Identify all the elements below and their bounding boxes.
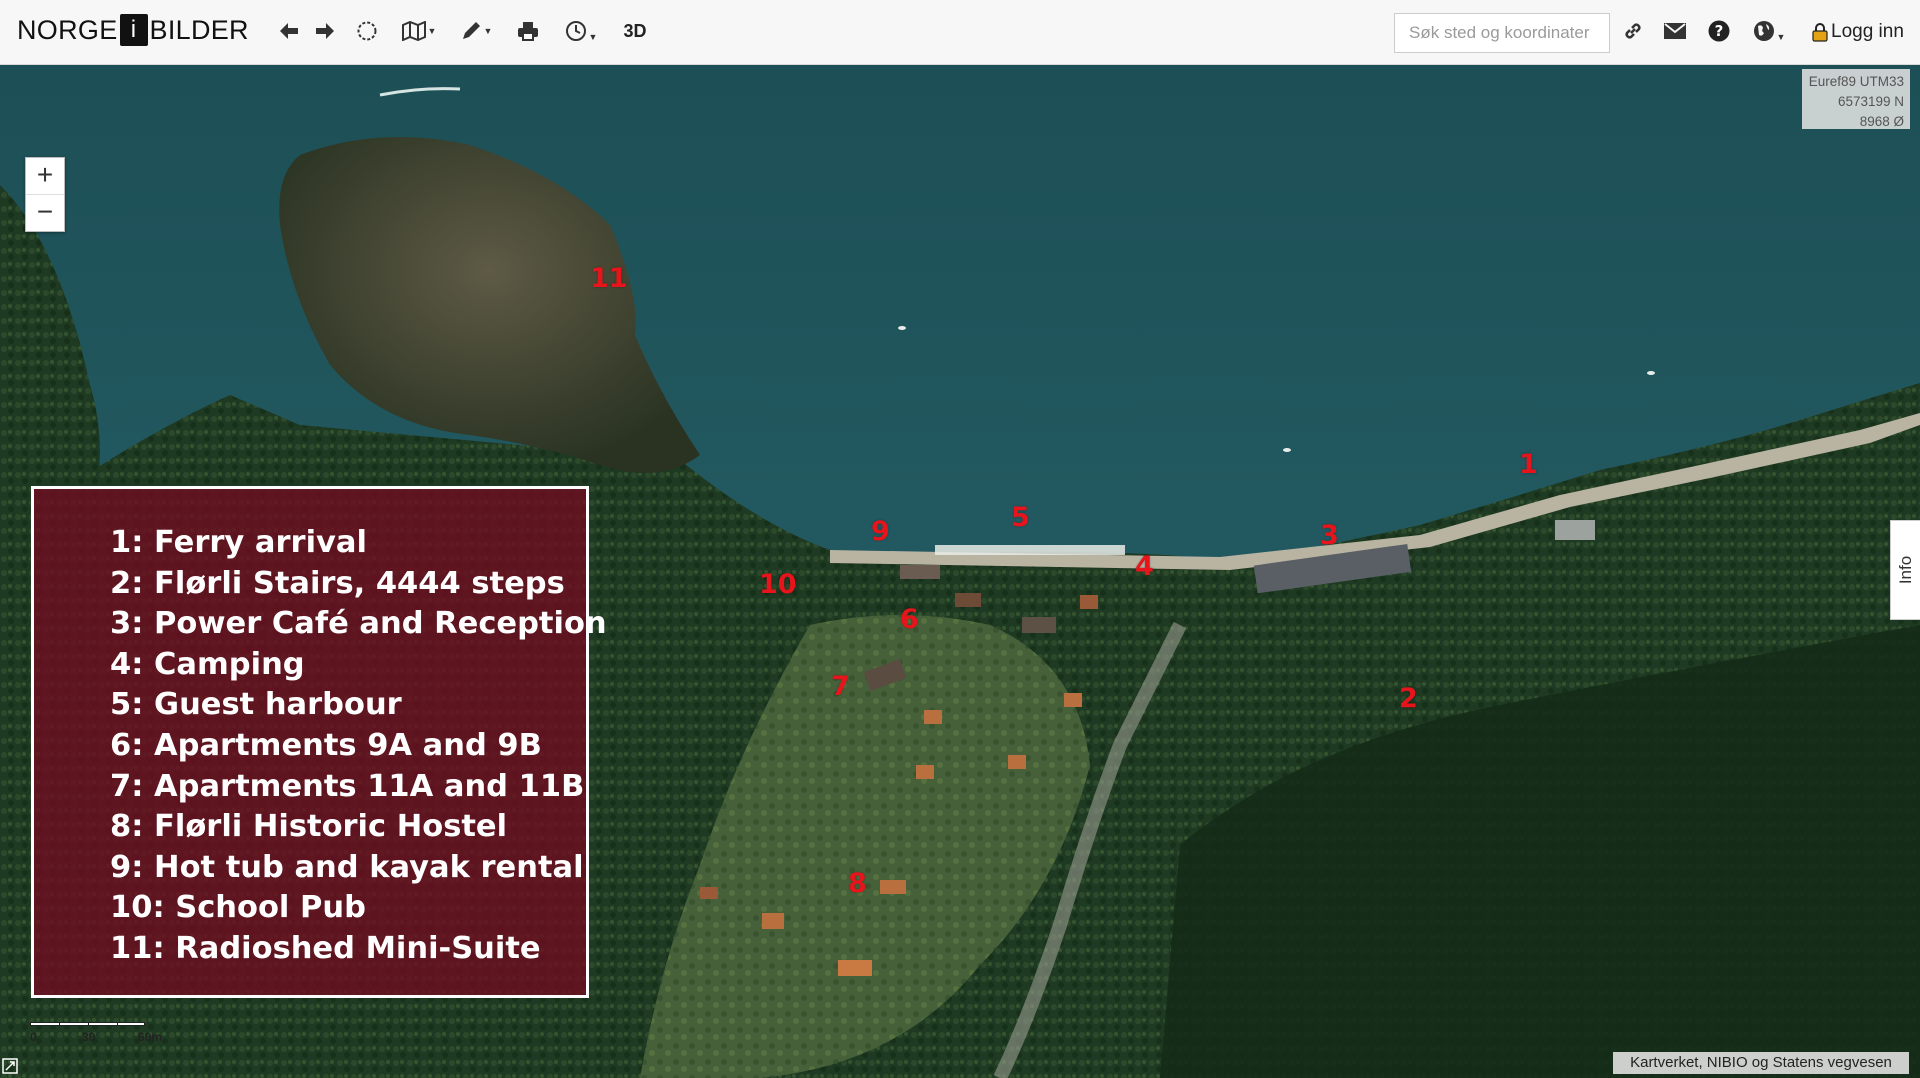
- print-icon[interactable]: [516, 14, 540, 48]
- scale-label: 60m: [138, 1030, 163, 1044]
- help-icon[interactable]: ?: [1707, 14, 1731, 48]
- logo-i-box: i: [119, 14, 148, 46]
- login-button[interactable]: Logg inn: [1812, 18, 1904, 46]
- legend-item: 4: Camping: [110, 646, 305, 682]
- map-marker-6: 6: [900, 604, 919, 635]
- legend-item: 11: Radioshed Mini-Suite: [110, 930, 541, 966]
- map-legend: 1: Ferry arrival 2: Flørli Stairs, 4444 …: [31, 486, 607, 998]
- map-marker-10: 10: [759, 569, 797, 600]
- back-arrow-icon[interactable]: [278, 14, 300, 48]
- circle-select-icon[interactable]: [356, 14, 378, 48]
- expand-corner-icon[interactable]: [2, 1058, 20, 1076]
- map-marker-1: 1: [1519, 449, 1538, 480]
- chevron-down-icon: ▼: [588, 32, 598, 42]
- map-marker-2: 2: [1399, 683, 1418, 714]
- coordinate-system: Euref89 UTM33: [1808, 74, 1904, 89]
- legend-item: 2: Flørli Stairs, 4444 steps: [110, 565, 565, 601]
- map-attribution: Kartverket, NIBIO og Statens vegvesen: [1613, 1052, 1909, 1074]
- legend-item: 9: Hot tub and kayak rental: [110, 849, 584, 885]
- coordinate-north: 6573199 N: [1837, 94, 1904, 109]
- legend-item: 7: Apartments 11A and 11B: [110, 768, 585, 804]
- coordinate-readout: Euref89 UTM33 6573199 N 8968 Ø: [1802, 69, 1910, 129]
- info-tab-label: Info: [1895, 555, 1915, 585]
- legend-item: 10: School Pub: [110, 890, 366, 926]
- legend-item: 1: Ferry arrival: [110, 525, 367, 560]
- mail-icon[interactable]: [1663, 14, 1687, 48]
- link-icon[interactable]: [1621, 14, 1645, 48]
- zoom-in-button[interactable]: +: [26, 158, 64, 194]
- zoom-control: + −: [25, 157, 65, 232]
- scale-bar: 0 30 60m: [30, 1022, 162, 1052]
- globe-icon[interactable]: ▼: [1749, 14, 1789, 48]
- forward-arrow-icon[interactable]: [314, 14, 336, 48]
- scale-label: 0: [30, 1030, 37, 1044]
- chevron-down-icon: ▼: [483, 26, 493, 36]
- map-marker-3: 3: [1320, 520, 1339, 551]
- norge-i-bilder-logo[interactable]: NORGE i BILDER: [17, 14, 249, 46]
- history-clock-icon[interactable]: ▼: [560, 14, 602, 48]
- chevron-down-icon: ▼: [1776, 32, 1786, 42]
- zoom-out-button[interactable]: −: [26, 194, 64, 231]
- map-marker-11: 11: [590, 263, 628, 294]
- 3d-button[interactable]: 3D: [622, 14, 648, 48]
- search-input[interactable]: [1394, 13, 1610, 53]
- legend-item: 6: Apartments 9A and 9B: [110, 727, 542, 763]
- logo-text-left: NORGE: [17, 14, 118, 45]
- login-label: Logg inn: [1831, 21, 1904, 42]
- legend-item: 3: Power Café and Reception: [110, 606, 607, 642]
- map-marker-9: 9: [871, 516, 890, 547]
- scale-label: 30: [82, 1030, 96, 1044]
- lock-icon: [1812, 23, 1828, 42]
- map-layers-icon[interactable]: ▼: [401, 14, 437, 48]
- chevron-down-icon: ▼: [427, 26, 437, 36]
- scale-bar-line: [30, 1022, 145, 1026]
- info-panel-tab[interactable]: Info: [1890, 520, 1920, 620]
- legend-item: 8: Flørli Historic Hostel: [110, 809, 508, 845]
- legend-item: 5: Guest harbour: [110, 687, 402, 723]
- coordinate-east: 8968 Ø: [1859, 114, 1904, 129]
- draw-pen-icon[interactable]: ▼: [458, 14, 494, 48]
- logo-text-right: BILDER: [149, 14, 249, 45]
- svg-text:?: ?: [1715, 22, 1724, 40]
- map-marker-4: 4: [1135, 551, 1154, 582]
- top-toolbar: NORGE i BILDER ▼ ▼ ▼ 3D ? ▼: [0, 0, 1920, 65]
- 3d-label: 3D: [623, 20, 647, 41]
- map-marker-8: 8: [848, 868, 867, 899]
- map-marker-5: 5: [1011, 502, 1030, 533]
- map-marker-7: 7: [831, 671, 850, 702]
